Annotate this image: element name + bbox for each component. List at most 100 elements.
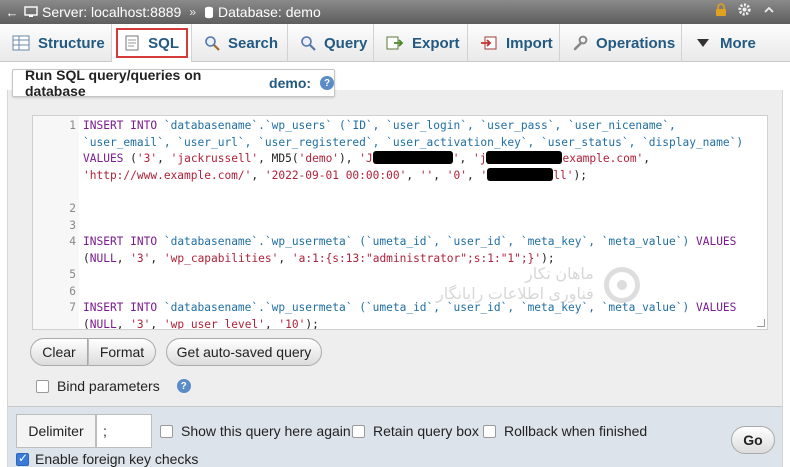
sql-identifier: `databasename`.`wp_users` [163, 119, 333, 132]
sql-function: MD5 [271, 152, 292, 165]
tab-query-label: Query [324, 34, 368, 52]
line-number: 1 [69, 119, 76, 132]
sql-keyword: VALUES [83, 152, 124, 165]
rollback-option: Rollback when finished [483, 423, 647, 439]
retain-query-box-checkbox[interactable] [352, 424, 365, 438]
sql-string: '0' [446, 168, 467, 182]
bind-parameters-checkbox[interactable] [36, 379, 49, 393]
breadcrumb-database[interactable]: Database: demo [204, 4, 321, 20]
retain-query-box-label: Retain query box [373, 423, 479, 439]
sql-query-panel: 1 INSERT INTO `databasename`.`wp_users` … [7, 90, 783, 406]
foreign-key-checks-label: Enable foreign key checks [35, 451, 199, 467]
line-number: 3 [69, 218, 76, 232]
sql-string: 'a:1:{s:13:"administrator";s:1:"1";}' [291, 251, 542, 265]
tab-bar: Structure SQL Search Query Export Import [0, 24, 790, 62]
sql-string: '10' [278, 317, 306, 330]
query-header-label: Run SQL query/queries on database [25, 67, 202, 99]
lock-icon[interactable] [713, 2, 728, 17]
bind-parameters-label: Bind parameters [57, 378, 160, 394]
format-button[interactable]: Format [88, 338, 156, 366]
search-icon [204, 34, 220, 52]
go-button[interactable]: Go [731, 426, 775, 454]
delimiter-input[interactable] [96, 414, 152, 448]
tab-structure-label: Structure [38, 34, 105, 52]
database-icon [205, 6, 213, 18]
breadcrumb-server[interactable]: Server: localhost:8889 [24, 4, 181, 20]
tab-more-label: More [720, 34, 756, 52]
sql-editor[interactable]: 1 INSERT INTO `databasename`.`wp_users` … [32, 115, 768, 330]
breadcrumb-database-label: Database: demo [218, 4, 321, 20]
sql-identifier: `databasename`.`wp_usermeta` [163, 235, 353, 248]
get-auto-saved-query-button[interactable]: Get auto-saved query [166, 338, 322, 366]
foreign-key-checks-option: Enable foreign key checks [16, 451, 198, 467]
sql-string: 'wp_capabilities' [163, 251, 279, 265]
rollback-checkbox[interactable] [483, 424, 496, 438]
sql-columns: (`umeta_id`, `user_id`, `meta_key`, `met… [359, 235, 690, 248]
sql-keyword: NULL [89, 251, 117, 265]
sql-string: ll' [553, 168, 574, 182]
show-query-again-label: Show this query here again [181, 423, 351, 439]
sql-string: '' [419, 168, 434, 182]
line-number: 5 [69, 268, 76, 281]
tab-more[interactable]: More [682, 24, 790, 62]
sql-string: 'wp_user_level' [163, 317, 265, 330]
sql-string: 'jackrussell' [170, 152, 259, 165]
sql-keyword: VALUES [695, 301, 737, 314]
sql-string: 'http://www.example.com/' [83, 168, 252, 182]
tab-search-label: Search [228, 34, 279, 52]
line-number: 4 [69, 235, 76, 248]
gear-icon[interactable] [737, 2, 752, 17]
delimiter-label: Delimiter [16, 414, 96, 448]
sql-string: '3' [136, 152, 158, 165]
resize-handle[interactable] [757, 319, 765, 327]
redaction-block [487, 167, 554, 181]
help-icon[interactable]: ? [176, 379, 191, 393]
sql-keyword: NULL [89, 317, 117, 330]
tab-query[interactable]: Query [288, 24, 374, 62]
chevron-down-icon [694, 34, 712, 52]
collapse-icon[interactable] [761, 2, 776, 17]
tab-operations[interactable]: Operations [560, 24, 682, 62]
structure-icon [12, 34, 30, 52]
sql-string: 'demo' [298, 152, 340, 165]
breadcrumb-server-label: Server: localhost:8889 [42, 4, 182, 20]
show-query-again-checkbox[interactable] [160, 424, 173, 438]
breadcrumb-separator: » [189, 5, 196, 19]
retain-query-box-option: Retain query box [352, 423, 479, 439]
tab-search[interactable]: Search [192, 24, 288, 62]
tab-import-label: Import [506, 34, 553, 52]
sql-keyword: INSERT INTO [83, 301, 158, 314]
sql-icon [124, 34, 140, 52]
sql-string: '3' [130, 251, 151, 265]
import-icon [480, 34, 498, 52]
line-number: 2 [69, 202, 76, 215]
line-number: 7 [69, 301, 76, 314]
back-arrow-icon[interactable]: ← [0, 0, 24, 24]
redaction-block [486, 151, 563, 164]
help-icon[interactable]: ? [320, 76, 334, 90]
tab-sql-label: SQL [148, 34, 179, 52]
tab-operations-label: Operations [596, 34, 676, 52]
sql-string: example.com' [562, 152, 644, 165]
sql-columns: (`ID`, `user_login`, `user_pass`, `user_… [338, 119, 676, 132]
sql-keyword: INSERT INTO [83, 119, 158, 132]
clear-button[interactable]: Clear [30, 338, 88, 366]
query-header: Run SQL query/queries on database demo: … [12, 67, 335, 99]
show-query-again-option: Show this query here again [160, 423, 351, 439]
sql-string: '3' [130, 317, 151, 330]
watermark-logo [603, 267, 640, 303]
tab-sql[interactable]: SQL [112, 24, 192, 62]
query-icon [300, 34, 316, 52]
wrench-icon [572, 34, 588, 52]
sql-string: 'j [472, 152, 487, 165]
tab-import[interactable]: Import [468, 24, 560, 62]
rollback-label: Rollback when finished [504, 423, 648, 439]
sql-keyword: VALUES [695, 235, 737, 248]
foreign-key-checks-checkbox[interactable] [16, 451, 29, 466]
tab-export[interactable]: Export [374, 24, 468, 62]
tab-structure[interactable]: Structure [0, 24, 112, 62]
query-header-database[interactable]: demo: [269, 75, 311, 91]
window-controls [713, 2, 776, 17]
watermark-line-1: ماهان تکار [524, 266, 594, 283]
server-icon [24, 6, 38, 17]
